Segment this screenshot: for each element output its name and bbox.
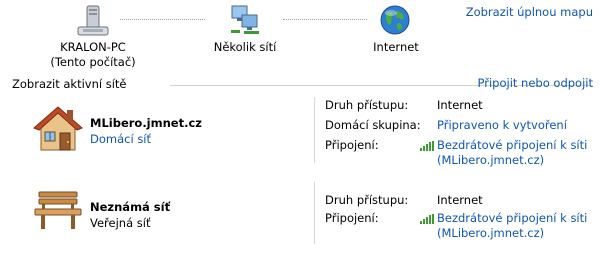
access-type-value: Internet	[437, 98, 483, 112]
computer-icon[interactable]	[76, 5, 110, 37]
homegroup-label: Domácí skupina:	[325, 118, 421, 132]
connection-name: Bezdrátové připojení k síti	[437, 211, 588, 225]
network-name: MLibero.jmnet.cz	[90, 116, 202, 130]
network-type: Veřejná síť	[90, 216, 151, 230]
computer-name: KRALON-PC	[60, 40, 126, 54]
globe-icon[interactable]	[379, 4, 411, 36]
internet-label-text: Internet	[373, 40, 419, 54]
connection-ssid: (MLibero.jmnet.cz)	[437, 153, 545, 167]
home-icon[interactable]	[33, 105, 83, 153]
connect-disconnect-link[interactable]: Připojit nebo odpojit	[478, 76, 593, 90]
connection-link[interactable]: Bezdrátové připojení k síti (MLibero.jmn…	[437, 138, 587, 168]
internet-label: Internet	[346, 40, 446, 55]
connection-name: Bezdrátové připojení k síti	[437, 138, 588, 152]
access-type-label: Druh přístupu:	[325, 98, 409, 112]
computer-label: KRALON-PC (Tento počítač)	[43, 40, 143, 70]
connections-label: Připojení:	[325, 211, 379, 225]
networks-label: Několik sítí	[195, 40, 295, 55]
connection-ssid: (MLibero.jmnet.cz)	[437, 226, 545, 240]
connections-label: Připojení:	[325, 138, 379, 152]
network-divider	[314, 97, 315, 163]
bench-icon[interactable]	[33, 190, 83, 232]
network-divider	[314, 182, 315, 244]
active-networks-title: Zobrazit aktivní sítě	[12, 77, 127, 91]
map-connector	[120, 19, 205, 20]
map-connector	[283, 19, 367, 20]
access-type-value: Internet	[437, 193, 483, 207]
network-name: Neznámá síť	[90, 200, 171, 214]
wifi-signal-icon	[420, 213, 434, 227]
connection-link[interactable]: Bezdrátové připojení k síti (MLibero.jmn…	[437, 211, 587, 241]
network-type-link[interactable]: Domácí síť	[90, 132, 151, 146]
homegroup-link[interactable]: Připraveno k vytvoření	[437, 118, 567, 132]
view-full-map-link[interactable]: Zobrazit úplnou mapu	[466, 5, 593, 20]
access-type-label: Druh přístupu:	[325, 193, 409, 207]
multiple-networks-icon[interactable]	[228, 4, 262, 36]
computer-subtitle: (Tento počítač)	[50, 55, 136, 69]
network-map: Zobrazit úplnou mapu KRALON-PC (Tento po…	[0, 0, 603, 75]
networks-label-text: Několik sítí	[213, 40, 277, 54]
wifi-signal-icon	[420, 140, 434, 154]
